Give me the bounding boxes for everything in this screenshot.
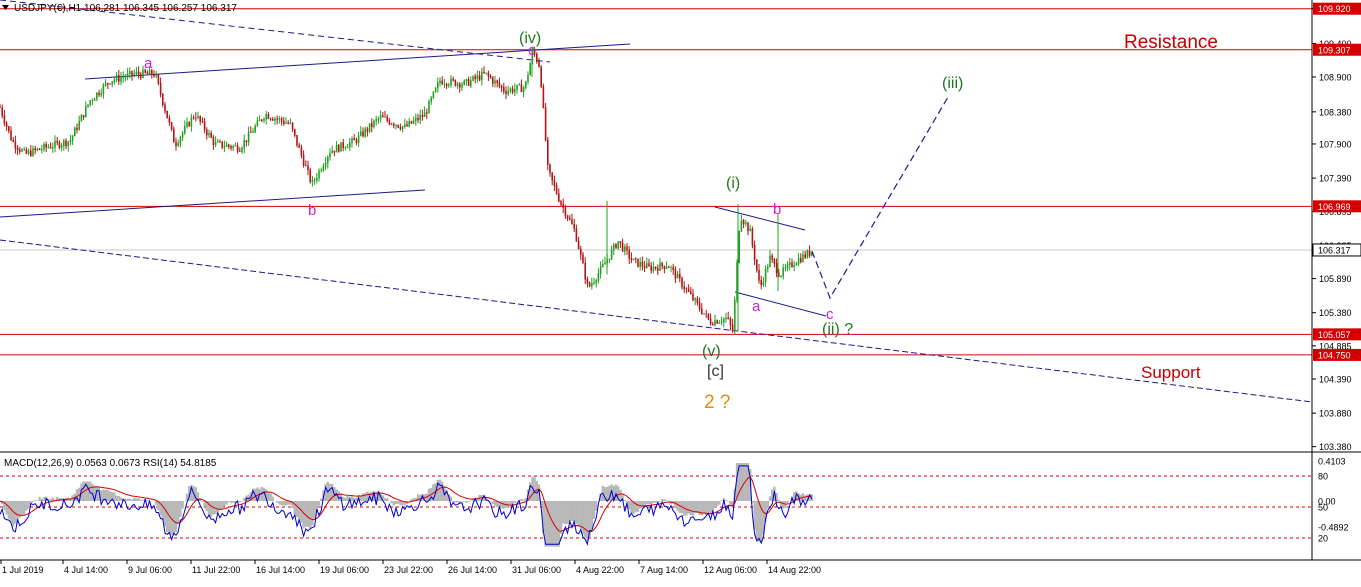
level-price-tag-label: 109.920 xyxy=(1318,4,1351,14)
time-tick-label: 19 Jul 06:00 xyxy=(320,565,369,575)
time-tick-label: 23 Jul 22:00 xyxy=(384,565,433,575)
price-tick-label: 107.390 xyxy=(1319,174,1352,184)
time-tick-label: 31 Jul 06:00 xyxy=(512,565,561,575)
resistance-label: Resistance xyxy=(1124,32,1218,53)
indicator-tick-label: 50 xyxy=(1318,503,1328,513)
price-tick-label: 108.900 xyxy=(1319,73,1352,83)
time-tick-label: 26 Jul 14:00 xyxy=(448,565,497,575)
level-price-tag-label: 106.969 xyxy=(1318,202,1351,212)
indicator-tick-label: 20 xyxy=(1318,534,1328,544)
price-chart[interactable]: USDJPY(€),H1 106.281 106.345 106.257 106… xyxy=(0,0,1361,582)
wave-label-b-left: b xyxy=(308,202,316,219)
price-tick-label: 108.380 xyxy=(1319,107,1352,117)
time-tick-label: 16 Jul 14:00 xyxy=(256,565,305,575)
symbol-header: USDJPY(€),H1 106.281 106.345 106.257 106… xyxy=(14,3,237,14)
time-tick-label: 4 Jul 14:00 xyxy=(64,565,108,575)
wave-label-a-left: a xyxy=(144,55,153,72)
price-tick-label: 104.390 xyxy=(1319,375,1352,385)
indicator-header: MACD(12,26,9) 0.0563 0.0673 RSI(14) 54.8… xyxy=(4,458,217,469)
price-tick-label: 107.900 xyxy=(1319,139,1352,149)
wave-label-c-top: c xyxy=(528,42,536,59)
indicator-tick-label: 80 xyxy=(1318,472,1328,482)
wave-label-ii: (ii) ? xyxy=(822,321,853,338)
price-tick-label: 103.380 xyxy=(1319,442,1352,452)
time-tick-label: 7 Aug 14:00 xyxy=(640,565,688,575)
wave-label-iii: (iii) xyxy=(942,75,963,92)
indicator-tick-label: -0.4892 xyxy=(1318,523,1349,533)
level-price-tag-label: 104.750 xyxy=(1318,350,1351,360)
wave-label-a-right: a xyxy=(752,298,761,315)
support-label: Support xyxy=(1141,363,1201,382)
time-tick-label: 9 Jul 06:00 xyxy=(128,565,172,575)
level-price-tag-label: 109.307 xyxy=(1318,45,1351,55)
price-tick-label: 105.380 xyxy=(1319,308,1352,318)
chart-background xyxy=(0,0,1361,582)
time-tick-label: 14 Aug 22:00 xyxy=(768,565,821,575)
wave-label-i: (i) xyxy=(726,175,740,192)
time-tick-label: 11 Jul 22:00 xyxy=(192,565,240,575)
time-tick-label: 4 Aug 22:00 xyxy=(576,565,624,575)
wave-label-v: (v) xyxy=(702,343,721,360)
time-tick-label: 1 Jul 2019 xyxy=(2,565,44,575)
price-tick-label: 105.890 xyxy=(1319,274,1352,284)
indicator-tick-label: 0.4103 xyxy=(1318,457,1346,467)
wave-label-b-right: b xyxy=(773,201,781,218)
chart-window[interactable]: USDJPY(€),H1 106.281 106.345 106.257 106… xyxy=(0,0,1361,582)
level-price-tag-label: 105.057 xyxy=(1318,330,1351,340)
wave-label-c-bracket: [c] xyxy=(707,363,724,380)
price-tick-label: 103.880 xyxy=(1319,409,1352,419)
wave-label-2: 2 ? xyxy=(704,392,730,413)
current-price-tag-label: 106.317 xyxy=(1318,245,1351,255)
time-tick-label: 12 Aug 06:00 xyxy=(704,565,757,575)
